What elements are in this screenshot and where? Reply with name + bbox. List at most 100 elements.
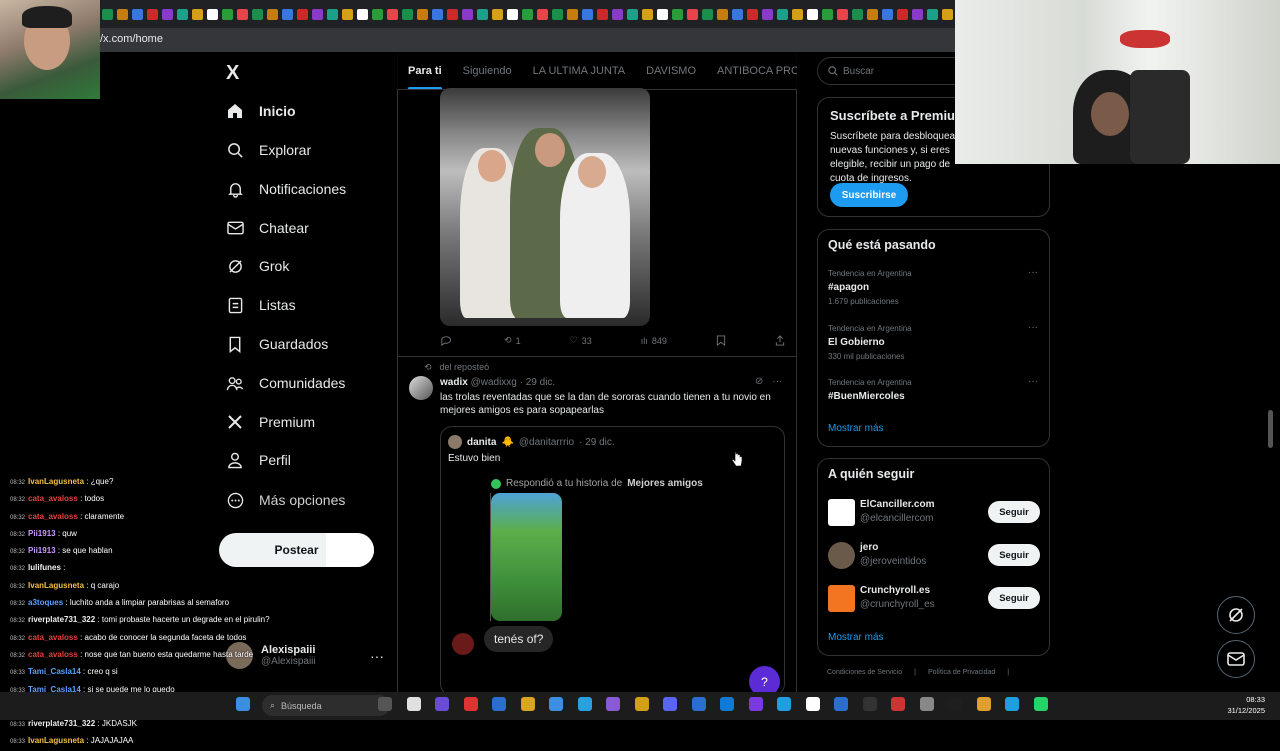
sidebar-item-premium[interactable]: Premium <box>226 411 315 433</box>
browser-tab[interactable] <box>432 8 443 20</box>
browser-tab[interactable] <box>837 8 848 20</box>
tweet-photo[interactable] <box>440 88 650 326</box>
browser-tab[interactable] <box>852 8 863 20</box>
browser-tab[interactable] <box>612 8 623 20</box>
browser-tab[interactable] <box>537 8 548 20</box>
tab-para-ti[interactable]: Para ti <box>408 65 442 89</box>
browser-tab[interactable] <box>642 8 653 20</box>
follow-show-more-link[interactable]: Mostrar más <box>828 632 884 643</box>
browser-tab[interactable] <box>687 8 698 20</box>
browser-tab[interactable] <box>567 8 578 20</box>
browser-tab[interactable] <box>582 8 593 20</box>
tab-la-ultima-junta[interactable]: LA ULTIMA JUNTA <box>533 65 626 77</box>
trend-item[interactable]: Tendencia en Argentina #BuenMiercoles ··· <box>828 376 1038 406</box>
taskbar-app-icon[interactable] <box>748 697 763 711</box>
follow-suggestion[interactable]: jero @jeroveintidos Seguir <box>828 542 1040 570</box>
browser-tab[interactable] <box>777 8 788 20</box>
sidebar-item-inicio[interactable]: Inicio <box>226 100 296 122</box>
browser-tab[interactable] <box>357 8 368 20</box>
tweet-date[interactable]: · 29 dic. <box>520 377 556 388</box>
taskbar-app-icon[interactable] <box>492 697 506 711</box>
x-logo[interactable]: X <box>226 62 239 85</box>
browser-tab[interactable] <box>552 8 563 20</box>
browser-tab[interactable] <box>402 8 413 20</box>
browser-tab[interactable] <box>222 8 233 20</box>
taskbar-app-icon[interactable] <box>976 697 991 711</box>
sidebar-item-comunidades[interactable]: Comunidades <box>226 372 345 394</box>
browser-tab[interactable] <box>132 8 143 20</box>
browser-tab[interactable] <box>882 8 893 20</box>
windows-start-icon[interactable] <box>236 697 250 711</box>
browser-tab[interactable] <box>192 8 203 20</box>
trends-show-more-link[interactable]: Mostrar más <box>828 423 884 434</box>
more-icon[interactable]: ··· <box>1028 322 1038 333</box>
taskbar-search[interactable]: ⌕ Búsqueda <box>262 695 390 716</box>
taskbar-app-icon[interactable] <box>378 697 392 711</box>
taskbar-app-icon[interactable] <box>919 697 934 711</box>
browser-tab[interactable] <box>522 8 533 20</box>
taskbar-app-icon[interactable] <box>862 697 877 711</box>
trend-item[interactable]: Tendencia en Argentina #apagon 1.679 publi… <box>828 267 1038 306</box>
follow-suggestion[interactable]: Crunchyroll.es @crunchyroll_es Seguir <box>828 585 1040 613</box>
taskbar-app-icon[interactable] <box>805 697 820 711</box>
taskbar-app-icon[interactable] <box>463 697 478 711</box>
browser-tab[interactable] <box>162 8 173 20</box>
scrollbar[interactable] <box>1268 410 1273 448</box>
taskbar-app-icon[interactable] <box>606 697 620 711</box>
browser-tab[interactable] <box>387 8 398 20</box>
follow-button[interactable]: Seguir <box>988 587 1040 609</box>
trend-item[interactable]: Tendencia en Argentina El Gobierno 330 mil… <box>828 322 1038 361</box>
browser-tab[interactable] <box>627 8 638 20</box>
browser-tab[interactable] <box>762 8 773 20</box>
author-handle[interactable]: @wadixxg <box>471 377 517 388</box>
footer-link[interactable]: Política de Privacidad <box>928 669 995 676</box>
browser-tab[interactable] <box>897 8 908 20</box>
browser-tab[interactable] <box>372 8 383 20</box>
tab-davismo[interactable]: DAVISMO <box>646 65 696 77</box>
author-name[interactable]: wadix <box>440 377 468 388</box>
taskbar-app-icon[interactable] <box>891 697 905 711</box>
browser-tab[interactable] <box>312 8 323 20</box>
taskbar-app-icon[interactable] <box>1033 697 1048 711</box>
taskbar-app-icon[interactable] <box>520 697 535 711</box>
avatar[interactable] <box>409 376 433 400</box>
reply-button[interactable] <box>440 335 455 346</box>
browser-tab[interactable] <box>237 8 248 20</box>
sidebar-item-listas[interactable]: Listas <box>226 294 296 316</box>
taskbar-app-icon[interactable] <box>691 697 706 711</box>
footer-link[interactable]: Condiciones de Servicio <box>827 669 902 676</box>
follow-button[interactable]: Seguir <box>988 544 1040 566</box>
share-button[interactable] <box>775 335 785 346</box>
system-clock[interactable]: 08:33 31/12/2025 <box>1215 694 1265 716</box>
browser-tab[interactable] <box>417 8 428 20</box>
browser-tab[interactable] <box>177 8 188 20</box>
tab-antiboca[interactable]: ANTIBOCA PROFESI <box>717 65 797 77</box>
tab-siguiendo[interactable]: Siguiendo <box>463 65 512 77</box>
subscribe-button[interactable]: Suscribirse <box>830 183 908 207</box>
taskbar-app-icon[interactable] <box>948 697 962 711</box>
browser-tab[interactable] <box>102 8 113 20</box>
browser-tab[interactable] <box>657 8 668 20</box>
follow-suggestion[interactable]: ElCanciller.com @elcancillercom Seguir <box>828 499 1040 527</box>
sidebar-item-notificaciones[interactable]: Notificaciones <box>226 178 346 200</box>
taskbar-app-icon[interactable] <box>834 697 848 711</box>
more-icon[interactable]: ··· <box>1028 376 1038 387</box>
browser-tab[interactable] <box>597 8 608 20</box>
browser-tab[interactable] <box>807 8 818 20</box>
taskbar-app-icon[interactable] <box>549 697 563 711</box>
more-icon[interactable]: ··· <box>772 376 782 387</box>
taskbar-app-icon[interactable] <box>720 697 734 711</box>
sidebar-item-chatear[interactable]: Chatear <box>226 217 309 239</box>
sidebar-item-perfil[interactable]: Perfil <box>226 449 291 471</box>
grok-button[interactable] <box>1217 596 1255 634</box>
browser-tab[interactable] <box>207 8 218 20</box>
browser-tab[interactable] <box>822 8 833 20</box>
sidebar-item-guardados[interactable]: Guardados <box>226 333 328 355</box>
grok-icon[interactable]: ⊘ <box>755 376 763 387</box>
messages-button[interactable] <box>1217 640 1255 678</box>
sidebar-item-explorar[interactable]: Explorar <box>226 139 311 161</box>
taskbar-app-icon[interactable] <box>663 697 677 711</box>
sidebar-item-grok[interactable]: Grok <box>226 255 289 277</box>
follow-button[interactable]: Seguir <box>988 501 1040 523</box>
taskbar-app-icon[interactable] <box>777 697 791 711</box>
